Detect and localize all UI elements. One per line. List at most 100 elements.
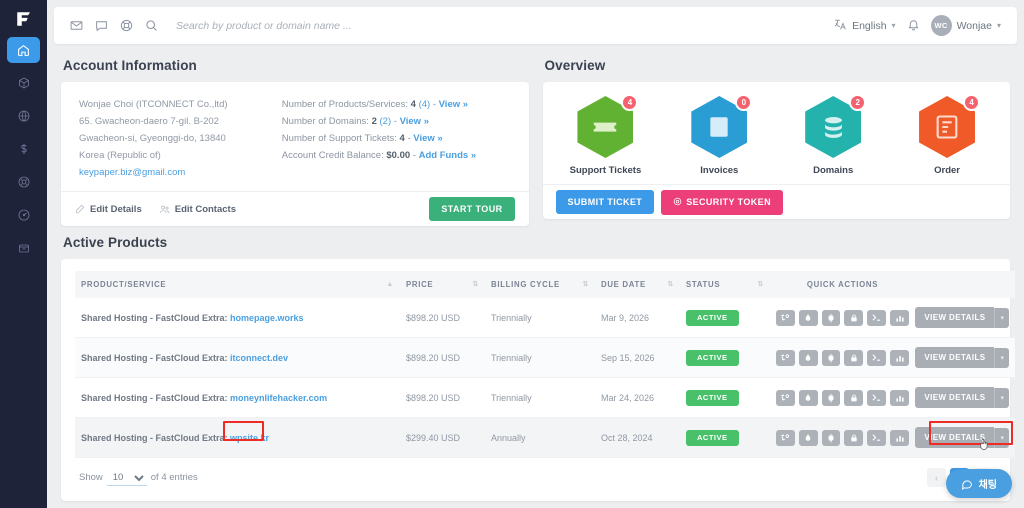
- product-domain-link[interactable]: wpsite.kr: [230, 433, 269, 443]
- edit-details-button[interactable]: Edit Details: [75, 204, 142, 215]
- stat-paren: (4): [418, 99, 431, 110]
- entries-per-page-select[interactable]: 102550100: [106, 469, 147, 486]
- edit-contacts-button[interactable]: Edit Contacts: [159, 204, 236, 215]
- lock-icon[interactable]: [844, 389, 864, 406]
- lock-icon[interactable]: [844, 429, 864, 446]
- droplet-icon[interactable]: [798, 389, 818, 406]
- cpanel-icon[interactable]: [776, 309, 795, 326]
- sidebar-item-products[interactable]: [7, 70, 40, 96]
- view-details-button[interactable]: VIEW DETAILS: [915, 347, 995, 368]
- edit-details-label: Edit Details: [90, 203, 142, 215]
- column-header-quick-actions: QUICK ACTIONS: [770, 271, 915, 298]
- sidebar-item-support[interactable]: [7, 169, 40, 195]
- sidebar-item-orders[interactable]: [7, 235, 40, 261]
- mail-icon[interactable]: [70, 19, 83, 32]
- cell-due-date: Mar 24, 2026: [595, 377, 680, 418]
- top-row: Account Information Wonjae Choi (ITCONNE…: [61, 54, 1010, 226]
- droplet-icon[interactable]: [798, 429, 818, 446]
- plugin-icon[interactable]: [821, 349, 841, 366]
- view-details-button[interactable]: VIEW DETAILS: [915, 387, 995, 408]
- overview-tile-domains[interactable]: 2 Domains: [776, 94, 890, 176]
- lock-icon[interactable]: [844, 309, 864, 326]
- droplet-icon[interactable]: [798, 349, 818, 366]
- bell-icon[interactable]: [907, 18, 920, 34]
- speedometer-icon: [18, 209, 30, 221]
- product-domain-link[interactable]: itconnect.dev: [230, 353, 288, 363]
- column-header-price[interactable]: PRICE ⇅: [400, 271, 485, 298]
- pagination-prev-button[interactable]: ‹: [927, 468, 946, 487]
- app-logo[interactable]: [0, 0, 47, 37]
- overview-tile-support-tickets[interactable]: 4 Support Tickets: [549, 94, 663, 176]
- plugin-icon[interactable]: [821, 309, 841, 326]
- cell-price: $898.20 USD: [400, 377, 485, 418]
- column-header-billing-cycle[interactable]: BILLING CYCLE ⇅: [485, 271, 595, 298]
- stat-label: Number of Products/Services:: [281, 99, 408, 110]
- terminal-icon[interactable]: [867, 349, 887, 366]
- sidebar-item-affiliates[interactable]: [7, 202, 40, 228]
- terminal-icon[interactable]: [867, 389, 887, 406]
- view-details-button[interactable]: VIEW DETAILS: [915, 307, 995, 328]
- stats-icon[interactable]: [890, 309, 909, 326]
- user-menu[interactable]: WC Wonjae ▾: [930, 15, 1001, 36]
- sort-icon: ⇅: [757, 280, 764, 288]
- sidebar-item-billing[interactable]: [7, 136, 40, 162]
- chat-widget-button[interactable]: 채팅: [945, 469, 1012, 498]
- cell-product: Shared Hosting - FastCloud Extra: homepa…: [75, 298, 400, 338]
- terminal-icon[interactable]: [867, 429, 887, 446]
- chevron-down-icon[interactable]: ▾: [994, 387, 1009, 408]
- stat-link[interactable]: View »: [413, 133, 442, 144]
- stats-icon[interactable]: [890, 389, 909, 406]
- overview-tile-order[interactable]: 4 Order: [890, 94, 1004, 176]
- cpanel-icon[interactable]: [776, 349, 795, 366]
- column-header-due-date[interactable]: DUE DATE ⇅: [595, 271, 680, 298]
- table-row[interactable]: Shared Hosting - FastCloud Extra: moneyn…: [75, 377, 1015, 418]
- view-details-group: VIEW DETAILS ▾: [915, 307, 1009, 328]
- account-email-link[interactable]: keypaper.biz@gmail.com: [79, 167, 185, 178]
- sidebar-item-domains[interactable]: [7, 103, 40, 129]
- language-label: English: [852, 19, 887, 32]
- column-header-product[interactable]: PRODUCT/SERVICE ▲: [75, 271, 400, 298]
- stat-row: Number of Domains: 2 (2) - View »: [282, 113, 511, 130]
- stat-link[interactable]: View »: [439, 99, 468, 110]
- plugin-icon[interactable]: [821, 389, 841, 406]
- product-domain-link[interactable]: moneynlifehacker.com: [230, 393, 327, 403]
- column-header-status[interactable]: STATUS ⇅: [680, 271, 770, 298]
- chat-icon[interactable]: [95, 19, 108, 32]
- search-input[interactable]: [176, 19, 506, 32]
- submit-ticket-button[interactable]: SUBMIT TICKET: [555, 190, 655, 214]
- stat-label: Number of Domains:: [281, 116, 369, 127]
- cell-status: ACTIVE: [680, 377, 770, 418]
- stat-link[interactable]: View »: [400, 116, 429, 127]
- terminal-icon[interactable]: [867, 309, 887, 326]
- plugin-icon[interactable]: [821, 429, 841, 446]
- start-tour-button[interactable]: START TOUR: [429, 197, 515, 221]
- chevron-down-icon[interactable]: ▾: [994, 307, 1009, 328]
- address-line: 65. Gwacheon-daero 7-gil. B-202: [79, 116, 219, 127]
- overview-tile-invoices[interactable]: 0 Invoices: [662, 94, 776, 176]
- table-row[interactable]: Shared Hosting - FastCloud Extra: itconn…: [75, 337, 1015, 378]
- search-icon[interactable]: [145, 19, 158, 32]
- cpanel-icon[interactable]: [776, 389, 795, 406]
- droplet-icon[interactable]: [798, 309, 818, 326]
- overview-tile-label: Domains: [813, 165, 854, 176]
- language-selector[interactable]: English ▾: [834, 18, 896, 34]
- lock-icon[interactable]: [844, 349, 864, 366]
- chevron-down-icon[interactable]: ▾: [994, 427, 1009, 448]
- cell-price: $299.40 USD: [400, 417, 485, 458]
- table-row[interactable]: Shared Hosting - FastCloud Extra: homepa…: [75, 298, 1015, 338]
- table-row[interactable]: Shared Hosting - FastCloud Extra: wpsite…: [75, 417, 1015, 458]
- sidebar-item-home[interactable]: [7, 37, 40, 63]
- show-entries: Show 102550100 of 4 entries: [79, 469, 198, 486]
- stats-icon[interactable]: [890, 429, 909, 446]
- cpanel-icon[interactable]: [776, 429, 795, 446]
- chevron-down-icon[interactable]: ▾: [994, 347, 1009, 368]
- hex-wrap: 4: [916, 94, 981, 158]
- product-domain-link[interactable]: homepage.works: [230, 313, 304, 323]
- security-token-button[interactable]: SECURITY TOKEN: [661, 189, 783, 215]
- stat-row: Number of Products/Services: 4 (4) - Vie…: [282, 96, 511, 113]
- stats-icon[interactable]: [890, 349, 909, 366]
- stat-link[interactable]: Add Funds »: [419, 150, 477, 161]
- lifering-icon[interactable]: [120, 19, 133, 32]
- dollar-icon: [18, 143, 30, 155]
- column-label: PRODUCT/SERVICE: [81, 280, 167, 289]
